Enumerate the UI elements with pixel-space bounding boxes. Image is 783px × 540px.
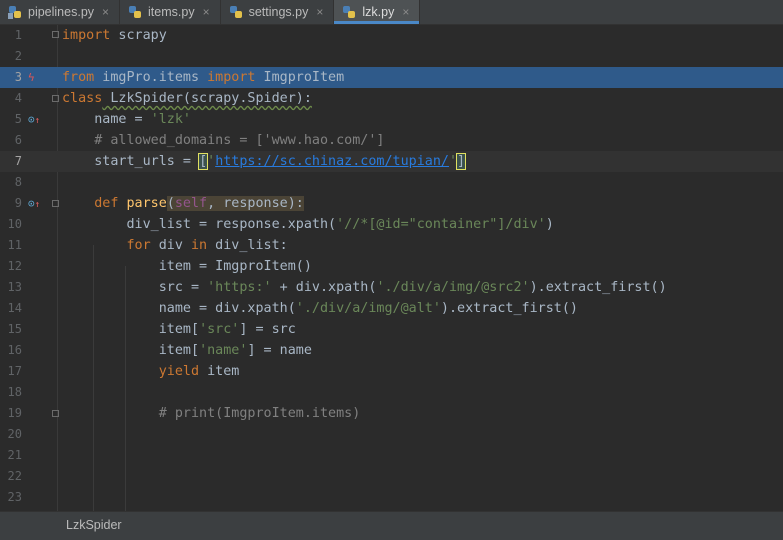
breadcrumb-bar: LzkSpider xyxy=(0,511,783,540)
code-line: 4 class LzkSpider(scrapy.Spider): xyxy=(0,88,783,109)
override-marker-icon[interactable]: ⊙↑ xyxy=(28,113,40,128)
code-text: item['name'] = name xyxy=(62,343,312,358)
code-line: 2 xyxy=(0,46,783,67)
line-number: 23 xyxy=(7,490,22,504)
line-number: 4 xyxy=(14,91,22,105)
tab-label: settings.py xyxy=(248,5,309,19)
code-text: item = ImgproItem() xyxy=(62,259,312,274)
code-line-selected: 3 ϟ from imgPro.items import ImgproItem xyxy=(0,67,783,88)
code-line: 15 item['src'] = src xyxy=(0,319,783,340)
line-number: 3 xyxy=(14,70,22,84)
line-number: 22 xyxy=(7,469,22,483)
fold-marker-icon[interactable] xyxy=(52,200,59,207)
line-number: 2 xyxy=(14,49,22,63)
breadcrumb[interactable]: LzkSpider xyxy=(66,518,122,532)
lightning-icon[interactable]: ϟ xyxy=(28,71,35,84)
fold-marker-icon[interactable] xyxy=(52,95,59,102)
code-text: div_list = response.xpath('//*[@id="cont… xyxy=(62,217,554,232)
code-text: src = 'https:' + div.xpath('./div/a/img/… xyxy=(62,280,667,295)
line-number: 18 xyxy=(7,385,22,399)
close-icon[interactable]: × xyxy=(316,5,323,19)
code-text: name = div.xpath('./div/a/img/@alt').ext… xyxy=(62,301,578,316)
tab-label: lzk.py xyxy=(362,5,395,19)
line-number: 5 xyxy=(14,112,22,126)
code-editor[interactable]: 1 import scrapy 2 3 ϟ from imgPro.items … xyxy=(0,25,783,511)
python-file-icon xyxy=(128,5,142,19)
tab-label: items.py xyxy=(148,5,195,19)
close-icon[interactable]: × xyxy=(203,5,210,19)
code-line: 16 item['name'] = name xyxy=(0,340,783,361)
code-text: class LzkSpider(scrapy.Spider): xyxy=(62,91,312,106)
code-text: name = 'lzk' xyxy=(62,112,191,127)
code-line: 11 for div in div_list: xyxy=(0,235,783,256)
code-line: 13 src = 'https:' + div.xpath('./div/a/i… xyxy=(0,277,783,298)
code-line: 17 yield item xyxy=(0,361,783,382)
tab-lzk[interactable]: lzk.py × xyxy=(334,0,421,24)
fold-marker-icon[interactable] xyxy=(52,410,59,417)
tab-settings[interactable]: settings.py × xyxy=(221,0,335,24)
code-line: 6 # allowed_domains = ['www.hao.com/'] xyxy=(0,130,783,151)
line-number: 10 xyxy=(7,217,22,231)
fold-marker-icon[interactable] xyxy=(52,31,59,38)
tab-items[interactable]: items.py × xyxy=(120,0,221,24)
line-number: 9 xyxy=(14,196,22,210)
tab-pipelines[interactable]: pipelines.py × xyxy=(0,0,121,24)
code-comment: # print(ImgproItem.items) xyxy=(62,406,361,421)
code-text: from imgPro.items import ImgproItem xyxy=(62,70,345,85)
python-file-icon xyxy=(342,5,356,19)
code-text: import scrapy xyxy=(62,28,167,43)
code-line: 14 name = div.xpath('./div/a/img/@alt').… xyxy=(0,298,783,319)
code-line: 5 ⊙↑ name = 'lzk' xyxy=(0,109,783,130)
code-line: 9 ⊙↑ def parse(self, response): xyxy=(0,193,783,214)
code-text: yield item xyxy=(158,364,240,379)
line-number: 11 xyxy=(7,238,22,252)
line-number: 8 xyxy=(14,175,22,189)
code-line: 12 item = ImgproItem() xyxy=(0,256,783,277)
line-number: 14 xyxy=(7,301,22,315)
tab-label: pipelines.py xyxy=(28,5,95,19)
code-line: 18 xyxy=(0,382,783,403)
line-number: 16 xyxy=(7,343,22,357)
code-text: def parse(self, response): xyxy=(94,196,304,211)
line-number: 1 xyxy=(14,28,22,42)
close-icon[interactable]: × xyxy=(102,5,109,19)
line-number: 19 xyxy=(7,406,22,420)
code-text: for div in div_list: xyxy=(126,238,288,253)
editor-tab-bar: pipelines.py × items.py × settings.py × … xyxy=(0,0,783,25)
code-line: 22 xyxy=(0,466,783,487)
line-number: 17 xyxy=(7,364,22,378)
line-number: 7 xyxy=(14,154,22,168)
code-line: 8 xyxy=(0,172,783,193)
code-line: 23 xyxy=(0,487,783,508)
python-file-icon xyxy=(229,5,243,19)
python-file-icon xyxy=(8,5,22,19)
line-number: 6 xyxy=(14,133,22,147)
code-comment: # allowed_domains = ['www.hao.com/'] xyxy=(62,133,385,148)
line-number: 15 xyxy=(7,322,22,336)
override-marker-icon[interactable]: ⊙↑ xyxy=(28,197,40,212)
code-line-current: 7 start_urls = ['https://sc.chinaz.com/t… xyxy=(0,151,783,172)
line-number: 12 xyxy=(7,259,22,273)
line-number: 13 xyxy=(7,280,22,294)
code-line: 1 import scrapy xyxy=(0,25,783,46)
code-line: 21 xyxy=(0,445,783,466)
line-number: 21 xyxy=(7,448,22,462)
line-number: 20 xyxy=(7,427,22,441)
code-line: 20 xyxy=(0,424,783,445)
close-icon[interactable]: × xyxy=(402,5,409,19)
code-text: item['src'] = src xyxy=(62,322,296,337)
code-line: 10 div_list = response.xpath('//*[@id="c… xyxy=(0,214,783,235)
code-text: start_urls = ['https://sc.chinaz.com/tup… xyxy=(62,153,467,170)
code-line: 19 # print(ImgproItem.items) xyxy=(0,403,783,424)
